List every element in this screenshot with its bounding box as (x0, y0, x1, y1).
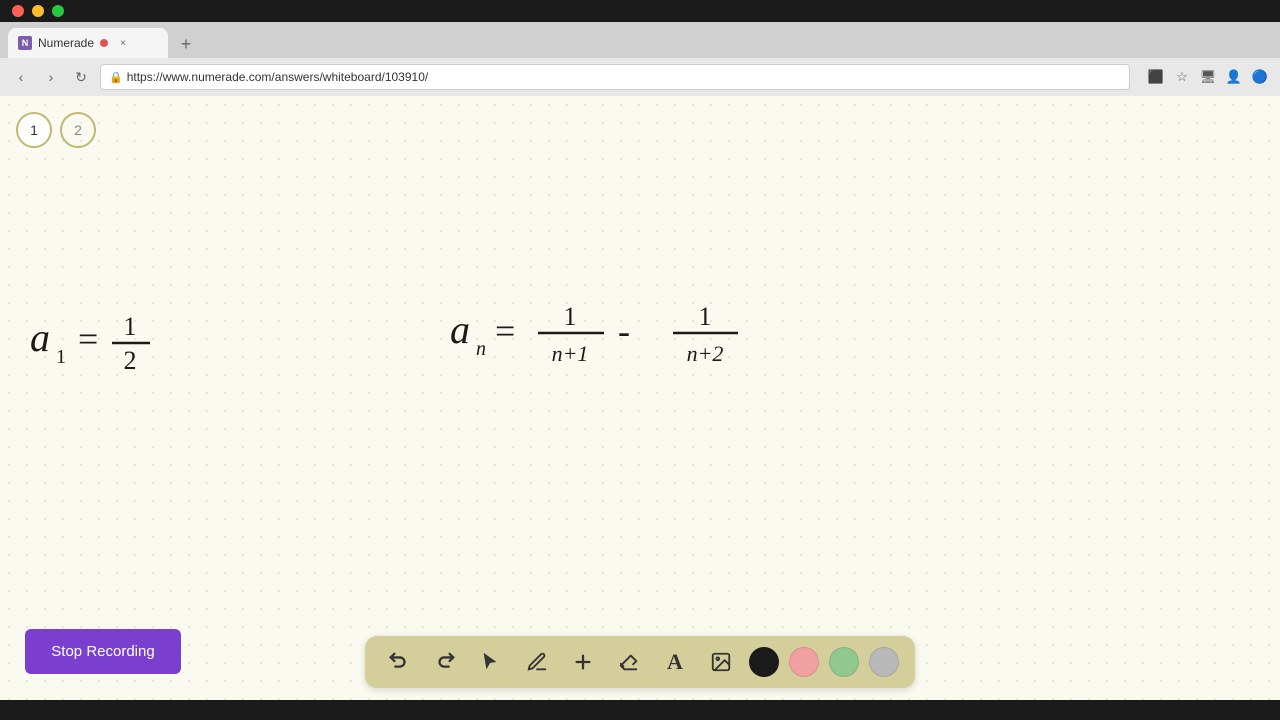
formula-an: a n = 1 n+1 - 1 n+2 (440, 281, 800, 411)
browser-chrome: N Numerade × + ‹ › ↻ 🔒 https://www.numer… (0, 22, 1280, 96)
tab-close-button[interactable]: × (116, 36, 130, 50)
add-button[interactable] (565, 644, 601, 680)
color-black-swatch[interactable] (749, 647, 779, 677)
svg-text:=: = (78, 319, 98, 359)
forward-button[interactable]: › (40, 66, 62, 88)
tab-recording-dot (100, 39, 108, 47)
tab-title: Numerade (38, 36, 94, 50)
extension-icon[interactable]: 🔵 (1250, 67, 1270, 87)
os-bar (0, 0, 1280, 22)
whiteboard[interactable]: 1 2 a 1 = 1 2 a n = 1 n+ (0, 96, 1280, 700)
formula-a1: a 1 = 1 2 (20, 291, 220, 411)
url-bar[interactable]: 🔒 https://www.numerade.com/answers/white… (100, 64, 1130, 90)
new-tab-button[interactable]: + (172, 30, 200, 58)
color-green-swatch[interactable] (829, 647, 859, 677)
tab-bar: N Numerade × + (0, 22, 1280, 58)
browser-toolbar-right: ⬛ ☆ 🖥 👤 🔵 (1146, 67, 1270, 87)
page-tab-2[interactable]: 2 (60, 112, 96, 148)
svg-text:-: - (618, 311, 630, 351)
math-content: a 1 = 1 2 a n = 1 n+1 - 1 n+2 (0, 96, 1280, 700)
tab-favicon: N (18, 36, 32, 50)
screen-icon[interactable]: 🖥 (1198, 67, 1218, 87)
svg-text:1: 1 (124, 312, 137, 341)
eraser-tool-button[interactable] (611, 644, 647, 680)
traffic-light-red[interactable] (12, 5, 24, 17)
traffic-light-yellow[interactable] (32, 5, 44, 17)
svg-text:1: 1 (56, 346, 66, 368)
cast-icon[interactable]: ⬛ (1146, 67, 1166, 87)
page-tab-1[interactable]: 1 (16, 112, 52, 148)
svg-text:n+1: n+1 (552, 341, 589, 366)
text-tool-button[interactable]: A (657, 644, 693, 680)
lock-icon: 🔒 (109, 71, 123, 84)
svg-text:2: 2 (124, 346, 137, 375)
svg-text:a: a (450, 307, 470, 352)
refresh-button[interactable]: ↻ (70, 66, 92, 88)
bottom-toolbar: A (365, 636, 915, 688)
svg-text:a: a (30, 315, 50, 360)
undo-button[interactable] (381, 644, 417, 680)
address-bar: ‹ › ↻ 🔒 https://www.numerade.com/answers… (0, 58, 1280, 96)
traffic-light-green[interactable] (52, 5, 64, 17)
profile-icon[interactable]: 👤 (1224, 67, 1244, 87)
color-gray-swatch[interactable] (869, 647, 899, 677)
image-tool-button[interactable] (703, 644, 739, 680)
pen-tool-button[interactable] (519, 644, 555, 680)
browser-tab-numerade[interactable]: N Numerade × (8, 28, 168, 58)
svg-text:1: 1 (699, 302, 712, 331)
bookmark-icon[interactable]: ☆ (1172, 67, 1192, 87)
page-tabs: 1 2 (16, 112, 96, 148)
select-tool-button[interactable] (473, 644, 509, 680)
svg-text:n+2: n+2 (687, 341, 724, 366)
svg-text:1: 1 (564, 302, 577, 331)
redo-button[interactable] (427, 644, 463, 680)
back-button[interactable]: ‹ (10, 66, 32, 88)
stop-recording-button[interactable]: Stop Recording (25, 629, 181, 674)
svg-text:=: = (495, 311, 515, 351)
url-text: https://www.numerade.com/answers/whitebo… (127, 70, 429, 84)
color-pink-swatch[interactable] (789, 647, 819, 677)
svg-text:n: n (476, 338, 486, 360)
